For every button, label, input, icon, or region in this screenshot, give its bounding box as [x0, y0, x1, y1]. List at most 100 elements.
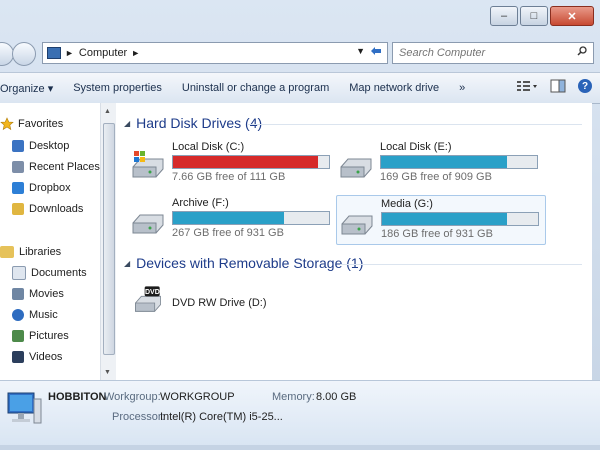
nav-item-dropbox[interactable]: Dropbox	[12, 179, 71, 197]
breadcrumb-computer[interactable]: Computer	[79, 47, 127, 59]
music-icon	[12, 309, 24, 321]
address-bar[interactable]: ► Computer ► ▼	[42, 42, 388, 64]
group-hard-disk-drives[interactable]: ◢ Hard Disk Drives (4)	[124, 115, 262, 131]
map-network-drive-button[interactable]: Map network drive	[339, 82, 449, 94]
nav-libraries[interactable]: Libraries	[0, 243, 61, 261]
group-title: Hard Disk Drives (4)	[136, 115, 263, 131]
nav-item-recent-places[interactable]: Recent Places	[12, 158, 100, 176]
drive-name: Media (G:)	[381, 198, 433, 210]
computer-icon	[7, 392, 42, 424]
group-removable-storage[interactable]: ◢ Devices with Removable Storage (1)	[124, 255, 363, 271]
content-pane: ◢ Hard Disk Drives (4) Local Disk (C:) 7…	[116, 103, 592, 380]
view-options-icon[interactable]	[516, 79, 538, 93]
nav-item-label: Music	[29, 309, 58, 321]
documents-icon	[12, 266, 26, 280]
drive-free-space: 7.66 GB free of 111 GB	[172, 171, 286, 183]
search-icon[interactable]	[577, 46, 587, 56]
desktop-icon	[12, 140, 24, 152]
search-input[interactable]	[397, 46, 571, 60]
nav-item-label: Dropbox	[29, 182, 71, 194]
hard-drive-icon	[341, 215, 373, 235]
drive-name: Local Disk (C:)	[172, 141, 245, 153]
command-bar: Organize ▾ System properties Uninstall o…	[0, 72, 600, 104]
drive-usage-bar	[380, 155, 538, 169]
nav-favorites[interactable]: Favorites	[0, 115, 63, 133]
nav-scrollbar[interactable]: ▲ ▼	[100, 103, 116, 380]
collapse-icon[interactable]: ◢	[124, 119, 130, 128]
drive-free-space: 169 GB free of 909 GB	[380, 171, 492, 183]
scroll-up-icon[interactable]: ▲	[104, 108, 111, 115]
processor-value: Intel(R) Core(TM) i5-25...	[160, 411, 283, 423]
drive-e[interactable]: Local Disk (E:) 169 GB free of 909 GB	[336, 139, 544, 187]
drive-usage-fill	[173, 212, 284, 224]
drive-f[interactable]: Archive (F:) 267 GB free of 931 GB	[128, 195, 336, 243]
drive-d-dvd[interactable]: DVD DVD RW Drive (D:)	[128, 279, 336, 327]
scroll-thumb[interactable]	[103, 123, 115, 355]
breadcrumb-chevron-icon[interactable]: ►	[131, 48, 140, 58]
system-properties-button[interactable]: System properties	[63, 82, 172, 94]
nav-libraries-label: Libraries	[19, 246, 62, 258]
search-box[interactable]	[392, 42, 594, 64]
preview-pane-icon[interactable]	[550, 79, 566, 93]
system-drive-icon	[132, 151, 164, 178]
nav-item-label: Recent Places	[29, 161, 100, 173]
nav-item-label: Downloads	[29, 203, 84, 215]
group-title: Devices with Removable Storage (1)	[136, 255, 364, 271]
group-divider	[248, 124, 582, 125]
scroll-down-icon[interactable]: ▼	[104, 369, 111, 376]
drive-free-space: 186 GB free of 931 GB	[381, 228, 493, 240]
address-dropdown-icon[interactable]: ▼	[356, 46, 365, 56]
nav-item-downloads[interactable]: Downloads	[12, 200, 83, 218]
organize-menu[interactable]: Organize ▾	[0, 82, 63, 95]
memory-label: Memory:	[272, 391, 315, 403]
nav-item-label: Pictures	[29, 330, 69, 342]
videos-icon	[12, 351, 24, 363]
drive-c[interactable]: Local Disk (C:) 7.66 GB free of 111 GB	[128, 139, 336, 187]
drive-name: Archive (F:)	[172, 197, 229, 209]
maximize-button[interactable]: □	[520, 6, 548, 26]
dvd-badge: DVD	[145, 289, 160, 296]
nav-item-label: Videos	[29, 351, 63, 363]
help-icon[interactable]: ?	[578, 79, 592, 93]
nav-item-pictures[interactable]: Pictures	[12, 327, 69, 345]
breadcrumb-separator-icon: ►	[65, 48, 74, 58]
nav-favorites-label: Favorites	[18, 118, 64, 130]
uninstall-program-button[interactable]: Uninstall or change a program	[172, 82, 339, 94]
star-icon	[0, 117, 14, 131]
movies-icon	[12, 288, 24, 300]
nav-item-label: Desktop	[29, 140, 70, 152]
drive-free-space: 267 GB free of 931 GB	[172, 227, 284, 239]
nav-item-movies[interactable]: Movies	[12, 285, 64, 303]
recent-places-icon	[12, 161, 24, 173]
drive-usage-bar	[172, 155, 330, 169]
minimize-button[interactable]: ‒	[490, 6, 518, 26]
nav-item-music[interactable]: Music	[12, 306, 58, 324]
drive-g[interactable]: Media (G:) 186 GB free of 931 GB	[336, 195, 546, 245]
more-commands-button[interactable]: »	[449, 82, 475, 94]
nav-item-label: Movies	[29, 288, 64, 300]
libraries-icon	[0, 246, 14, 258]
computer-name: HOBBITON	[48, 391, 107, 403]
nav-item-documents[interactable]: Documents	[12, 264, 87, 282]
drive-usage-bar	[172, 211, 330, 225]
details-pane: HOBBITON Workgroup: WORKGROUP Memory: 8.…	[0, 380, 600, 445]
processor-label: Processor:	[112, 411, 165, 423]
drive-name: DVD RW Drive (D:)	[172, 297, 267, 309]
dropbox-icon	[12, 182, 24, 194]
nav-item-videos[interactable]: Videos	[12, 348, 62, 366]
collapse-icon[interactable]: ◢	[124, 259, 130, 268]
nav-item-desktop[interactable]: Desktop	[12, 137, 69, 155]
explorer-window: ‒ □ ✕ ► Computer ► ▼ Organize ▾ System p…	[0, 0, 600, 450]
memory-value: 8.00 GB	[316, 391, 357, 403]
workgroup-value: WORKGROUP	[160, 391, 235, 403]
hard-drive-icon	[132, 214, 164, 234]
forward-button[interactable]	[12, 42, 36, 66]
drive-usage-bar	[381, 212, 539, 226]
drive-usage-fill	[382, 213, 507, 225]
drive-usage-fill	[173, 156, 319, 168]
close-button[interactable]: ✕	[550, 6, 594, 26]
window-controls: ‒ □ ✕	[490, 6, 594, 26]
downloads-folder-icon	[12, 203, 24, 215]
computer-icon	[47, 47, 61, 59]
refresh-button[interactable]	[366, 40, 386, 62]
